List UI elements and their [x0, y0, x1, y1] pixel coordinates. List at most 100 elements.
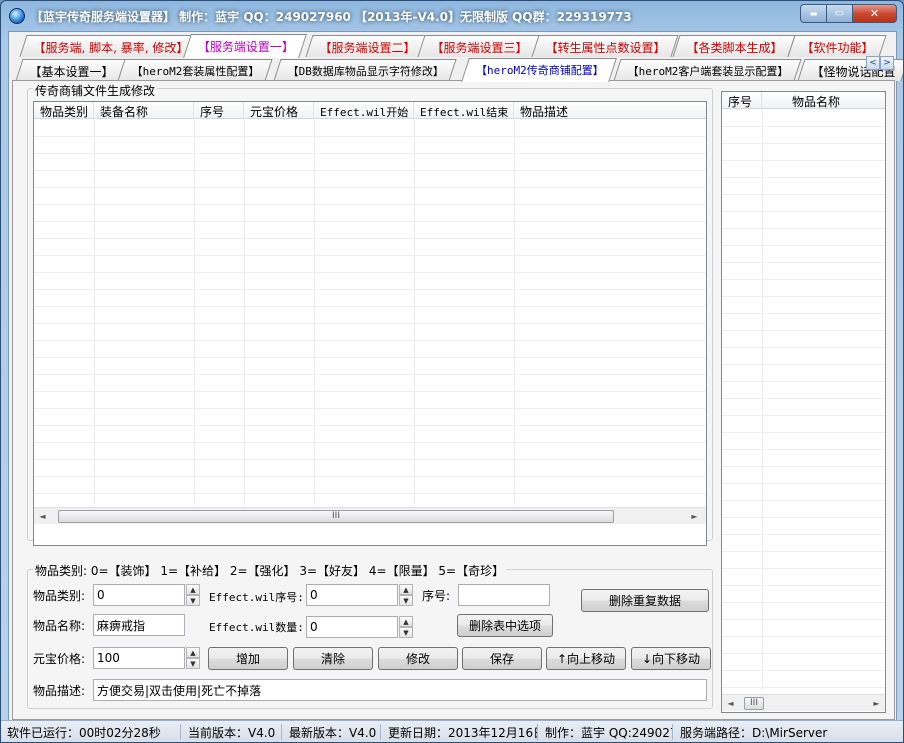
delete-selected-button[interactable]: 删除表中选项	[457, 614, 553, 637]
grid-row[interactable]	[722, 552, 885, 569]
side-grid-scroll-thumb[interactable]: III	[744, 697, 764, 710]
grid-row[interactable]	[722, 178, 885, 195]
grid-row[interactable]	[34, 154, 706, 171]
maximize-button[interactable]: ▭	[827, 4, 853, 23]
price-spinner[interactable]: ▲ ▼	[186, 647, 200, 669]
grid-row[interactable]	[722, 229, 885, 246]
side-grid-hscrollbar[interactable]: ◄ III ►	[722, 694, 885, 711]
tab-basic-settings-1[interactable]: 【基本设置一】	[15, 59, 127, 81]
grid-row[interactable]	[722, 433, 885, 450]
grid-row[interactable]	[34, 324, 706, 341]
grid-row[interactable]	[722, 654, 885, 671]
add-button[interactable]: 增加	[208, 647, 288, 670]
grid-row[interactable]	[34, 341, 706, 358]
grid-row[interactable]	[722, 501, 885, 518]
spin-up-icon[interactable]: ▲	[186, 584, 200, 595]
tab-software-functions[interactable]: 【软件功能】	[787, 35, 887, 57]
shop-items-grid[interactable]: 物品类别 装备名称 序号 元宝价格 Effect.wil开始 Effect.wi…	[33, 101, 707, 546]
grid-row[interactable]	[722, 586, 885, 603]
category-spinner[interactable]: ▲ ▼	[186, 584, 200, 606]
save-button[interactable]: 保存	[462, 647, 542, 670]
grid-row[interactable]	[722, 450, 885, 467]
title-bar[interactable]: 【蓝宇传奇服务端设置器】 制作：蓝宇 QQ：249027960 【2013年-V…	[1, 1, 903, 31]
grid-row[interactable]	[34, 222, 706, 239]
grid-row[interactable]	[722, 263, 885, 280]
grid-row[interactable]	[34, 137, 706, 154]
grid-row[interactable]	[34, 477, 706, 494]
grid-row[interactable]	[722, 365, 885, 382]
tab-scroll-right-button[interactable]: >	[880, 56, 894, 70]
grid-row[interactable]	[722, 518, 885, 535]
tab-server-script-droprate[interactable]: 【服务端, 脚本, 暴率, 修改】	[19, 35, 202, 57]
clear-button[interactable]: 清除	[293, 647, 373, 670]
grid-row[interactable]	[722, 127, 885, 144]
shop-grid-hscrollbar[interactable]: ◄ III ►	[34, 507, 706, 524]
shop-grid-scroll-thumb[interactable]: III	[58, 510, 614, 523]
grid-row[interactable]	[34, 256, 706, 273]
grid-row[interactable]	[722, 212, 885, 229]
col-header-category[interactable]: 物品类别	[34, 102, 94, 119]
minimize-button[interactable]: ▬	[800, 4, 827, 23]
spin-down-icon[interactable]: ▼	[399, 627, 413, 638]
description-input[interactable]	[93, 679, 707, 701]
grid-row[interactable]	[722, 161, 885, 178]
tab-server-settings-2[interactable]: 【服务端设置二】	[305, 35, 429, 57]
grid-row[interactable]	[722, 484, 885, 501]
grid-row[interactable]	[34, 171, 706, 188]
tab-server-settings-3[interactable]: 【服务端设置三】	[417, 35, 541, 57]
grid-row[interactable]	[34, 290, 706, 307]
side-items-grid[interactable]: 序号 物品名称 ◄ III ►	[721, 91, 886, 713]
grid-row[interactable]	[722, 637, 885, 654]
grid-row[interactable]	[722, 144, 885, 161]
spin-down-icon[interactable]: ▼	[186, 658, 200, 669]
tab-herom2-client-suit-display[interactable]: 【heroM2客户端套装显示配置】	[613, 59, 802, 81]
grid-row[interactable]	[722, 246, 885, 263]
grid-row[interactable]	[722, 280, 885, 297]
move-up-button[interactable]: ↑向上移动	[546, 647, 626, 670]
effect-index-spinner[interactable]: ▲ ▼	[399, 584, 413, 606]
side-scroll-right-arrow-icon[interactable]: ►	[868, 695, 885, 712]
close-button[interactable]: ✕	[853, 4, 897, 23]
spin-down-icon[interactable]: ▼	[399, 595, 413, 606]
side-scroll-left-arrow-icon[interactable]: ◄	[722, 695, 739, 712]
grid-row[interactable]	[722, 671, 885, 688]
grid-row[interactable]	[722, 603, 885, 620]
col-header-effect-start[interactable]: Effect.wil开始	[314, 102, 414, 119]
price-input[interactable]	[93, 647, 185, 669]
grid-row[interactable]	[722, 314, 885, 331]
grid-row[interactable]	[34, 239, 706, 256]
grid-row[interactable]	[722, 569, 885, 586]
grid-row[interactable]	[722, 348, 885, 365]
effect-index-input[interactable]	[306, 584, 398, 606]
col-header-description[interactable]: 物品描述	[514, 102, 706, 119]
col-header-serial[interactable]: 序号	[194, 102, 244, 119]
delete-duplicates-button[interactable]: 删除重复数据	[581, 589, 709, 612]
scroll-right-arrow-icon[interactable]: ►	[686, 508, 703, 525]
grid-row[interactable]	[34, 409, 706, 426]
spin-up-icon[interactable]: ▲	[399, 584, 413, 595]
side-col-header-item-name[interactable]: 物品名称	[762, 92, 885, 109]
grid-row[interactable]	[722, 382, 885, 399]
spin-down-icon[interactable]: ▼	[186, 595, 200, 606]
category-input[interactable]	[93, 584, 185, 606]
grid-row[interactable]	[34, 375, 706, 392]
tab-db-item-display[interactable]: 【DB数据库物品显示字符修改】	[273, 59, 457, 81]
grid-row[interactable]	[722, 195, 885, 212]
col-header-price[interactable]: 元宝价格	[244, 102, 314, 119]
grid-row[interactable]	[722, 331, 885, 348]
grid-row[interactable]	[34, 120, 706, 137]
grid-row[interactable]	[34, 460, 706, 477]
grid-row[interactable]	[34, 443, 706, 460]
grid-row[interactable]	[722, 110, 885, 127]
tab-server-settings-1[interactable]: 【服务端设置一】	[183, 34, 307, 58]
serial-input[interactable]	[458, 584, 550, 606]
tab-herom2-shop-config[interactable]: 【heroM2传奇商铺配置】	[461, 58, 617, 82]
scroll-left-arrow-icon[interactable]: ◄	[34, 508, 51, 525]
tab-scroll-left-button[interactable]: <	[866, 56, 880, 70]
grid-row[interactable]	[34, 188, 706, 205]
spin-up-icon[interactable]: ▲	[399, 616, 413, 627]
grid-row[interactable]	[34, 205, 706, 222]
tab-rebirth-points[interactable]: 【转生属性点数设置】	[531, 35, 679, 57]
grid-row[interactable]	[722, 620, 885, 637]
grid-row[interactable]	[722, 416, 885, 433]
